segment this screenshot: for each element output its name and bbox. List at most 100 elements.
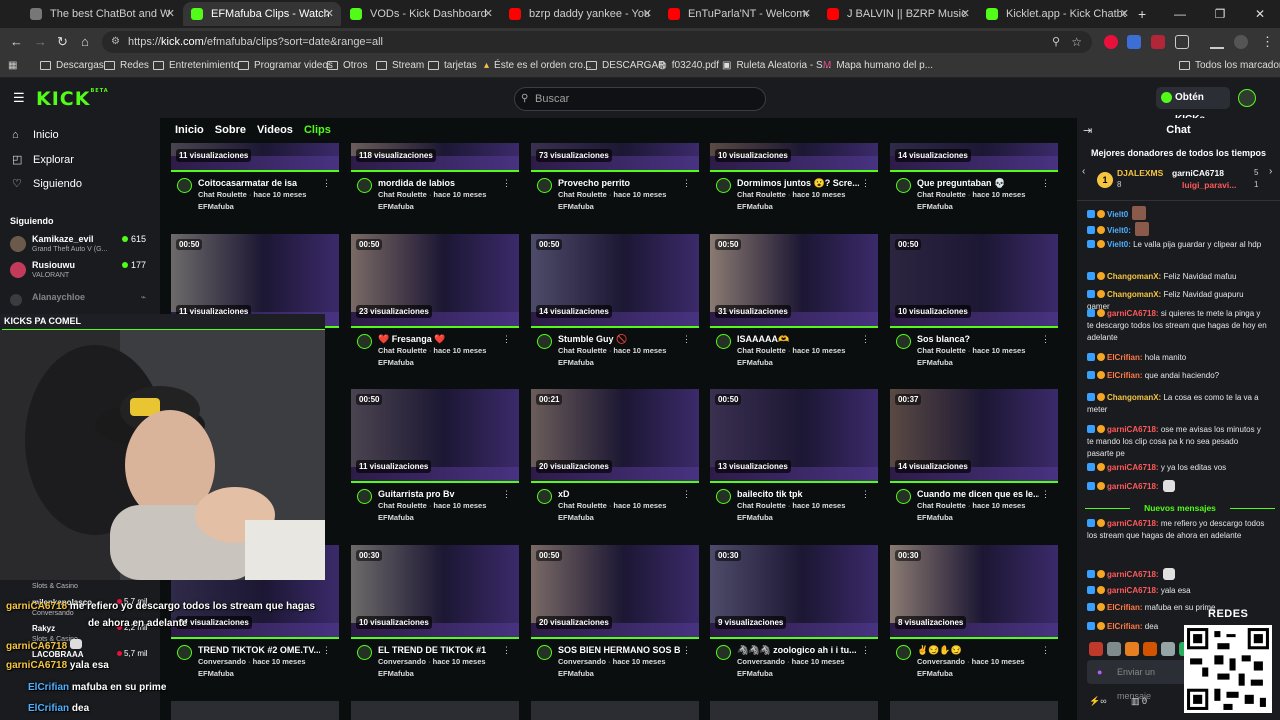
channel-avatar[interactable]	[896, 178, 911, 193]
clip-author[interactable]: EFMafuba	[737, 669, 773, 678]
more-options-icon[interactable]: ⋮	[502, 645, 511, 656]
zoom-icon[interactable]: ⚲	[1052, 31, 1060, 53]
close-tab-icon[interactable]: ✕	[961, 7, 970, 20]
profile-avatar-icon[interactable]	[1234, 35, 1248, 49]
clip-thumbnail[interactable]: 00:50 14 visualizaciones	[531, 234, 699, 328]
chat-username[interactable]: ElCrifian:	[1107, 371, 1143, 380]
clip-author[interactable]: EFMafuba	[917, 358, 953, 367]
clip-thumbnail[interactable]: 00:21 20 visualizaciones	[531, 389, 699, 483]
clip-thumbnail[interactable]: 00:50 23 visualizaciones	[351, 234, 519, 328]
clip-category[interactable]: Conversando	[737, 657, 785, 666]
apps-grid-icon[interactable]: ▦	[8, 60, 17, 71]
tab-inicio[interactable]: Inicio	[175, 124, 204, 136]
clip-title[interactable]: ISAAAAA🫶	[737, 334, 789, 345]
clip-thumbnail[interactable]: 00:30 8 visualizaciones	[890, 545, 1058, 639]
hamburger-menu-icon[interactable]: ☰	[13, 90, 25, 106]
chat-username[interactable]: ChangomanX:	[1107, 272, 1161, 281]
more-options-icon[interactable]: ⋮	[1041, 334, 1050, 345]
reading-list-icon[interactable]	[1210, 35, 1224, 49]
clip-title[interactable]: mordida de labios	[378, 178, 455, 188]
home-icon[interactable]: ⌂	[81, 34, 89, 49]
clip-title[interactable]: Cuando me dicen que es le...	[917, 489, 1039, 499]
more-options-icon[interactable]: ⋮	[861, 334, 870, 345]
chat-username[interactable]: garniCA6718:	[1107, 425, 1159, 434]
emote-icon[interactable]	[1107, 642, 1121, 656]
close-tab-icon[interactable]: ✕	[484, 7, 493, 20]
chat-input[interactable]: ● Enviar un mensaje	[1087, 660, 1187, 701]
more-options-icon[interactable]: ⋮	[1041, 489, 1050, 500]
browser-tab-5[interactable]: EnTuParla'NT - Welcome To Bo ✕	[660, 2, 818, 26]
clip-author[interactable]: EFMafuba	[917, 669, 953, 678]
user-avatar[interactable]	[1238, 89, 1256, 107]
more-options-icon[interactable]: ⋮	[861, 645, 870, 656]
channel-avatar[interactable]	[716, 645, 731, 660]
more-options-icon[interactable]: ⋮	[322, 178, 331, 189]
close-window-icon[interactable]: ✕	[1240, 0, 1280, 28]
clip-category[interactable]: Conversando	[558, 657, 606, 666]
close-tab-icon[interactable]: ✕	[1120, 7, 1129, 20]
channel-avatar[interactable]	[357, 178, 372, 193]
clip-category[interactable]: Chat Roulette	[737, 501, 786, 510]
clip-author[interactable]: EFMafuba	[378, 513, 414, 522]
more-options-icon[interactable]: ⋮	[502, 178, 511, 189]
clip-title[interactable]: Coitocasarmatar de isa	[198, 178, 297, 188]
get-kicks-button[interactable]: Obtén KICKs	[1156, 87, 1230, 125]
chat-users-icon[interactable]: ▥ 0	[1131, 696, 1147, 707]
clip-thumbnail[interactable]: 73 visualizaciones	[531, 143, 699, 172]
browser-tab-7[interactable]: Kicklet.app - Kick Chatbot and ✕	[978, 2, 1136, 26]
browser-tab-1[interactable]: The best ChatBot and Widgets ✕	[22, 2, 182, 26]
clip-title[interactable]: EL TREND DE TIKTOK #1	[378, 645, 486, 655]
bookmark-star-icon[interactable]: ☆	[1071, 31, 1082, 53]
chat-username[interactable]: ElCrifian:	[1107, 603, 1143, 612]
chat-username[interactable]: ElCrifian:	[1107, 353, 1143, 362]
bookmark-folder[interactable]: tarjetas	[428, 60, 477, 71]
chat-username[interactable]: Vielt0:	[1107, 240, 1131, 249]
more-options-icon[interactable]: ⋮	[502, 489, 511, 500]
emote-picker-icon[interactable]: ●	[1097, 660, 1102, 684]
forward-icon[interactable]: →	[34, 34, 47, 49]
clip-thumbnail[interactable]: 11 visualizaciones	[171, 143, 339, 172]
clip-title[interactable]: TREND TIKTOK #2 OME.TV...	[198, 645, 320, 655]
clip-thumbnail[interactable]: 00:37 14 visualizaciones	[890, 389, 1058, 483]
close-tab-icon[interactable]: ✕	[643, 7, 652, 20]
clip-author[interactable]: EFMafuba	[737, 358, 773, 367]
kicks-infinity-icon[interactable]: ⚡∞	[1089, 696, 1107, 707]
clip-author[interactable]: EFMafuba	[378, 669, 414, 678]
sidebar-item-inicio[interactable]: ⌂ Inicio	[12, 129, 59, 141]
channel-avatar[interactable]	[357, 334, 372, 349]
bookmark-folder[interactable]: Redes	[104, 60, 149, 71]
more-options-icon[interactable]: ⋮	[1041, 645, 1050, 656]
chat-username[interactable]: Vielt0	[1107, 210, 1128, 219]
channel-avatar[interactable]	[716, 334, 731, 349]
back-icon[interactable]: ←	[10, 34, 23, 49]
kick-logo[interactable]: KICKBETA	[36, 88, 109, 110]
all-bookmarks[interactable]: Todos los marcadores	[1179, 60, 1280, 71]
channel-avatar[interactable]	[716, 489, 731, 504]
site-info-icon[interactable]: ⚙	[111, 31, 120, 53]
clip-title[interactable]: Dormimos juntos 😮? Scre...	[737, 178, 859, 189]
translate-extension-icon[interactable]	[1127, 35, 1141, 49]
chat-username[interactable]: garniCA6718:	[1107, 482, 1159, 491]
extension-red-icon[interactable]	[1104, 35, 1118, 49]
clip-category[interactable]: Chat Roulette	[737, 190, 786, 199]
more-options-icon[interactable]: ⋮	[682, 334, 691, 345]
bookmark-folder[interactable]: Otros	[327, 60, 367, 71]
clip-category[interactable]: Conversando	[917, 657, 965, 666]
bookmark-link[interactable]: ▴ Éste es el orden cro...	[484, 60, 591, 71]
browser-tab-4[interactable]: bzrp daddy yankee - YouTube ✕	[501, 2, 659, 26]
chat-username[interactable]: garniCA6718:	[1107, 586, 1159, 595]
clip-thumbnail[interactable]: 118 visualizaciones	[351, 143, 519, 172]
clip-thumbnail[interactable]: 14 visualizaciones	[890, 143, 1058, 172]
tab-clips[interactable]: Clips	[304, 124, 331, 136]
clip-author[interactable]: EFMafuba	[198, 669, 234, 678]
clip-author[interactable]: EFMafuba	[558, 513, 594, 522]
tab-videos[interactable]: Videos	[257, 124, 293, 136]
chat-username[interactable]: garniCA6718:	[1107, 309, 1159, 318]
channel-avatar[interactable]	[177, 178, 192, 193]
chat-username[interactable]: ElCrifian:	[1107, 622, 1143, 631]
bookmark-folder[interactable]: Descargas	[40, 60, 104, 71]
more-options-icon[interactable]: ⋮	[502, 334, 511, 345]
clip-title[interactable]: Sos blanca?	[917, 334, 970, 344]
close-tab-icon[interactable]: ✕	[166, 7, 175, 20]
sidebar-item-siguiendo[interactable]: ♡ Siguiendo	[12, 177, 82, 191]
